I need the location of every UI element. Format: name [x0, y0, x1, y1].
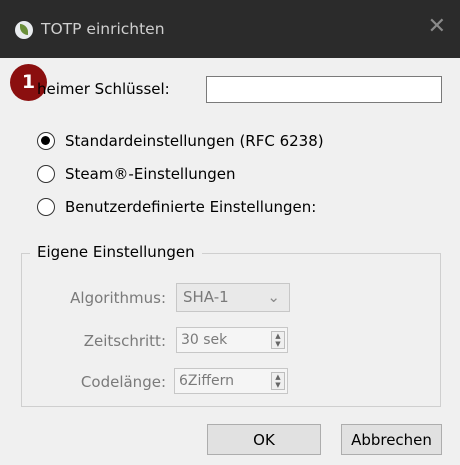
timestep-value: 30 sek [181, 332, 228, 348]
close-icon[interactable]: ✕ [428, 16, 446, 38]
algorithm-value: SHA-1 [183, 288, 229, 306]
codelength-label: Codelänge: [80, 373, 166, 391]
radio-custom-indicator[interactable] [37, 198, 55, 216]
codelength-stepper-icon[interactable]: ▲ ▼ [271, 372, 285, 390]
algorithm-select[interactable]: SHA-1 ⌄ [176, 283, 290, 312]
custom-settings-title: Eigene Einstellungen [30, 243, 202, 261]
radio-custom-label: Benutzerdefinierte Einstellungen: [65, 198, 317, 216]
radio-standard-label: Standardeinstellungen (RFC 6238) [65, 132, 324, 150]
secret-key-input[interactable] [206, 76, 442, 103]
radio-standard-indicator[interactable] [37, 132, 55, 150]
timestep-stepper-icon[interactable]: ▲ ▼ [271, 331, 285, 349]
algorithm-label: Algorithmus: [70, 289, 166, 307]
radio-standard[interactable]: Standardeinstellungen (RFC 6238) [37, 132, 324, 150]
app-icon [15, 21, 33, 39]
window-title: TOTP einrichten [41, 20, 165, 38]
radio-custom[interactable]: Benutzerdefinierte Einstellungen: [37, 198, 316, 216]
timestep-spinner[interactable]: 30 sek ▲ ▼ [176, 327, 288, 353]
codelength-value: 6Ziffern [179, 373, 235, 389]
secret-key-label: heimer Schlüssel: [37, 80, 170, 98]
codelength-spinner[interactable]: 6Ziffern ▲ ▼ [174, 368, 288, 394]
radio-steam-label: Steam®-Einstellungen [65, 165, 236, 183]
timestep-label: Zeitschritt: [83, 332, 166, 350]
radio-steam-indicator[interactable] [37, 165, 55, 183]
chevron-down-icon: ⌄ [267, 288, 280, 306]
cancel-button[interactable]: Abbrechen [341, 424, 442, 455]
ok-button[interactable]: OK [207, 424, 321, 455]
radio-steam[interactable]: Steam®-Einstellungen [37, 165, 236, 183]
title-bar: TOTP einrichten ✕ [0, 0, 460, 58]
